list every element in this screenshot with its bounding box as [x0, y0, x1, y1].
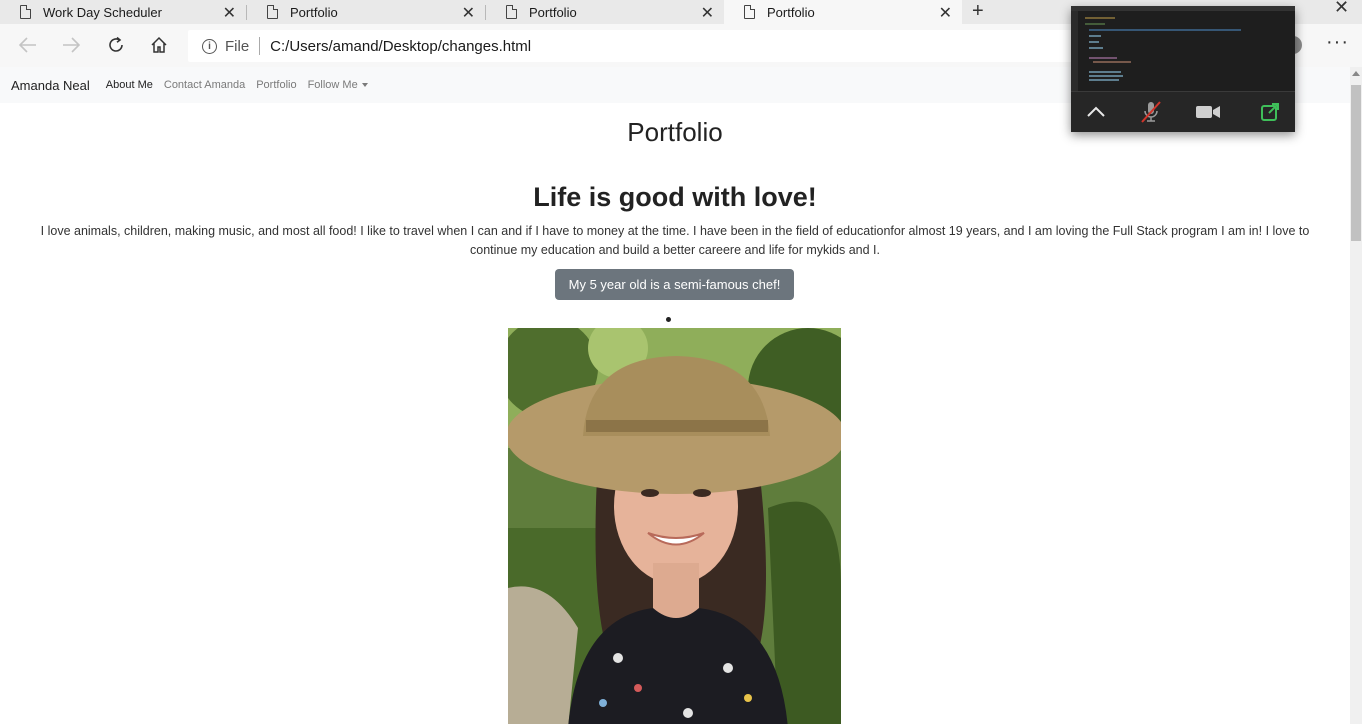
- window-close-icon[interactable]: ✕: [1334, 0, 1349, 18]
- about-paragraph: I love animals, children, making music, …: [40, 224, 1310, 257]
- nav-follow-me-dropdown[interactable]: Follow Me: [308, 79, 368, 91]
- meeting-controls: [1071, 91, 1295, 132]
- close-tab-icon[interactable]: ✕: [462, 3, 475, 23]
- url-text[interactable]: C:/Users/amand/Desktop/changes.html: [270, 38, 531, 55]
- refresh-icon[interactable]: [103, 32, 129, 58]
- browser-tab[interactable]: Portfolio ✕: [486, 0, 724, 24]
- nav-contact-amanda[interactable]: Contact Amanda: [164, 79, 245, 91]
- close-tab-icon[interactable]: ✕: [939, 3, 952, 23]
- page-icon: [20, 5, 31, 19]
- list-bullet: [666, 317, 671, 322]
- chevron-up-icon[interactable]: [1083, 100, 1109, 124]
- forward-icon[interactable]: [58, 32, 84, 58]
- new-tab-icon[interactable]: +: [972, 0, 984, 23]
- profile-photo: [508, 328, 841, 724]
- back-icon[interactable]: [15, 32, 41, 58]
- meeting-mini-window[interactable]: [1071, 6, 1295, 132]
- page-scrollbar[interactable]: [1350, 67, 1362, 724]
- close-tab-icon[interactable]: ✕: [701, 3, 714, 23]
- browser-tab-active[interactable]: Portfolio ✕: [724, 0, 962, 24]
- url-divider: [259, 37, 261, 55]
- caret-down-icon: [361, 83, 368, 88]
- browser-tab[interactable]: Work Day Scheduler ✕: [0, 0, 246, 24]
- page-icon: [506, 5, 517, 19]
- web-page: Amanda Neal About Me Contact Amanda Port…: [0, 67, 1350, 724]
- scroll-thumb[interactable]: [1351, 85, 1361, 241]
- page-icon: [267, 5, 278, 19]
- scheme-label: File: [225, 37, 250, 55]
- browser-tab[interactable]: Portfolio ✕: [247, 0, 485, 24]
- nav-follow-me-label: Follow Me: [307, 79, 358, 91]
- share-screen-icon[interactable]: [1257, 100, 1283, 124]
- shared-screen-preview: [1071, 6, 1295, 91]
- chef-button[interactable]: My 5 year old is a semi-famous chef!: [555, 269, 794, 300]
- tab-title: Work Day Scheduler: [43, 4, 162, 20]
- video-camera-icon[interactable]: [1195, 100, 1221, 124]
- close-tab-icon[interactable]: ✕: [223, 3, 236, 23]
- page-icon: [744, 5, 755, 19]
- section-title: Life is good with love!: [533, 182, 817, 212]
- nav-portfolio[interactable]: Portfolio: [256, 79, 296, 91]
- navbar-brand[interactable]: Amanda Neal: [11, 78, 90, 93]
- nav-about-me[interactable]: About Me: [106, 79, 153, 91]
- tab-title: Portfolio: [529, 4, 577, 20]
- more-options-icon[interactable]: ···: [1326, 31, 1349, 54]
- tab-title: Portfolio: [290, 4, 338, 20]
- info-icon[interactable]: i: [202, 38, 217, 54]
- mic-muted-icon[interactable]: [1138, 100, 1164, 124]
- scroll-up-icon[interactable]: [1352, 71, 1360, 76]
- address-bar[interactable]: i File C:/Users/amand/Desktop/changes.ht…: [188, 30, 1078, 62]
- home-icon[interactable]: [146, 32, 172, 58]
- tab-title: Portfolio: [767, 4, 815, 20]
